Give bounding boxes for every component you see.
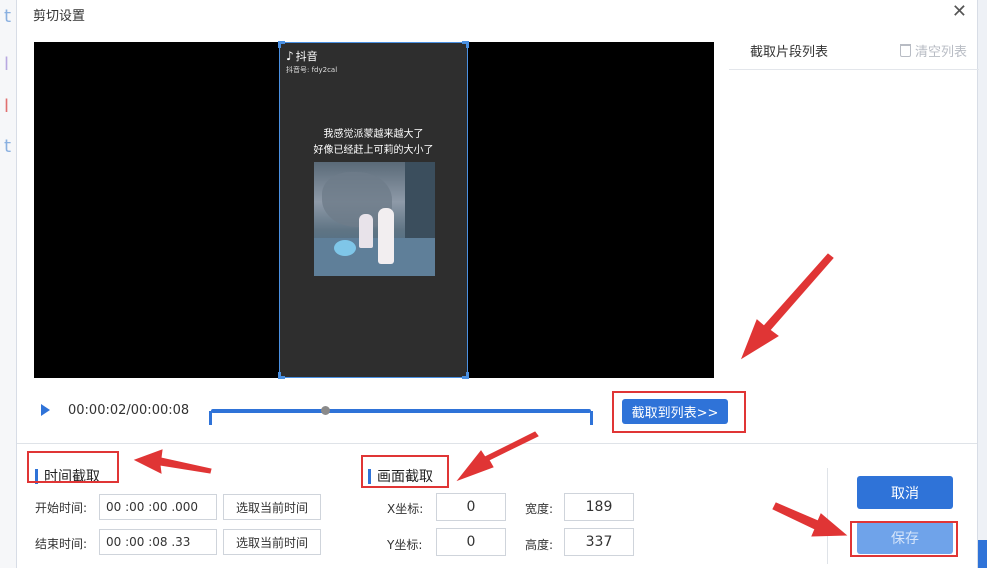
end-time-label: 结束时间:	[35, 537, 88, 551]
cancel-button[interactable]: 取消	[857, 476, 953, 509]
tiktok-watermark: ♪ 抖音	[286, 48, 318, 64]
play-icon[interactable]	[41, 404, 50, 416]
height-label: 高度:	[525, 538, 554, 552]
tiktok-account-id: 抖音号: fdy2cal	[286, 66, 338, 74]
playback-time: 00:00:02/00:00:08	[68, 403, 190, 418]
crop-region[interactable]: ♪ 抖音 抖音号: fdy2cal 我感觉派蒙越来越大了 好像已经赶上可莉的大小…	[278, 41, 469, 379]
timeline-track[interactable]	[211, 409, 591, 413]
pick-end-time-button[interactable]: 选取当前时间	[223, 529, 321, 555]
section-divider	[17, 443, 977, 444]
annotation-box-save-button	[850, 521, 958, 557]
end-time-input[interactable]: 00 :00 :08 .33	[99, 529, 217, 555]
video-frame-image	[314, 162, 435, 276]
trim-end-handle[interactable]	[588, 411, 593, 425]
background-glyph-icon: t	[4, 6, 12, 27]
start-time-label: 开始时间:	[35, 501, 88, 515]
dialog-title: 剪切设置	[33, 9, 86, 24]
title-bar: 剪切设置 ✕	[17, 0, 977, 28]
crop-handle-bottom-left[interactable]	[278, 372, 285, 379]
video-caption-line-1: 我感觉派蒙越来越大了	[323, 129, 424, 140]
y-coordinate-label: Y坐标:	[387, 538, 423, 552]
clear-list-button[interactable]: 清空列表	[899, 41, 967, 60]
background-glyph-icon: l	[4, 96, 10, 117]
crop-handle-top-left[interactable]	[278, 41, 285, 48]
trim-start-handle[interactable]	[209, 411, 214, 425]
crop-handle-bottom-right[interactable]	[462, 372, 469, 379]
clip-list-title: 截取片段列表	[750, 45, 829, 60]
x-coordinate-input[interactable]	[436, 493, 506, 521]
y-coordinate-input[interactable]	[436, 528, 506, 556]
tiktok-note-icon: ♪	[286, 49, 294, 63]
clear-list-label: 清空列表	[914, 45, 967, 60]
video-caption-line-2: 好像已经赶上可莉的大小了	[313, 145, 434, 156]
background-glyph-icon: l	[4, 54, 10, 75]
timeline-slider[interactable]	[209, 405, 593, 425]
start-time-input[interactable]: 00 :00 :00 .000	[99, 494, 217, 520]
pick-start-time-button[interactable]: 选取当前时间	[223, 494, 321, 520]
actions-divider	[827, 468, 828, 564]
trash-icon	[899, 44, 911, 57]
width-input[interactable]	[564, 493, 634, 521]
annotation-box-add-button	[612, 391, 746, 433]
close-icon[interactable]: ✕	[952, 3, 967, 21]
background-glyph-icon: t	[4, 136, 12, 157]
annotation-box-frame-section	[361, 455, 449, 488]
video-preview: ♪ 抖音 抖音号: fdy2cal 我感觉派蒙越来越大了 好像已经赶上可莉的大小…	[34, 41, 714, 379]
crop-handle-top-right[interactable]	[462, 41, 469, 48]
tiktok-label: 抖音	[295, 50, 318, 63]
playhead-knob[interactable]	[321, 406, 330, 415]
cut-settings-dialog: 剪切设置 ✕ ♪ 抖音 抖音号: fdy2cal 我感觉派蒙越来越大了 好像已经…	[16, 0, 979, 568]
height-input[interactable]	[564, 528, 634, 556]
clip-list-header: 截取片段列表 清空列表	[729, 30, 979, 70]
width-label: 宽度:	[525, 502, 554, 516]
annotation-box-time-section	[27, 451, 119, 483]
x-coordinate-label: X坐标:	[387, 502, 424, 516]
background-app-edge: t l l t	[0, 0, 16, 568]
